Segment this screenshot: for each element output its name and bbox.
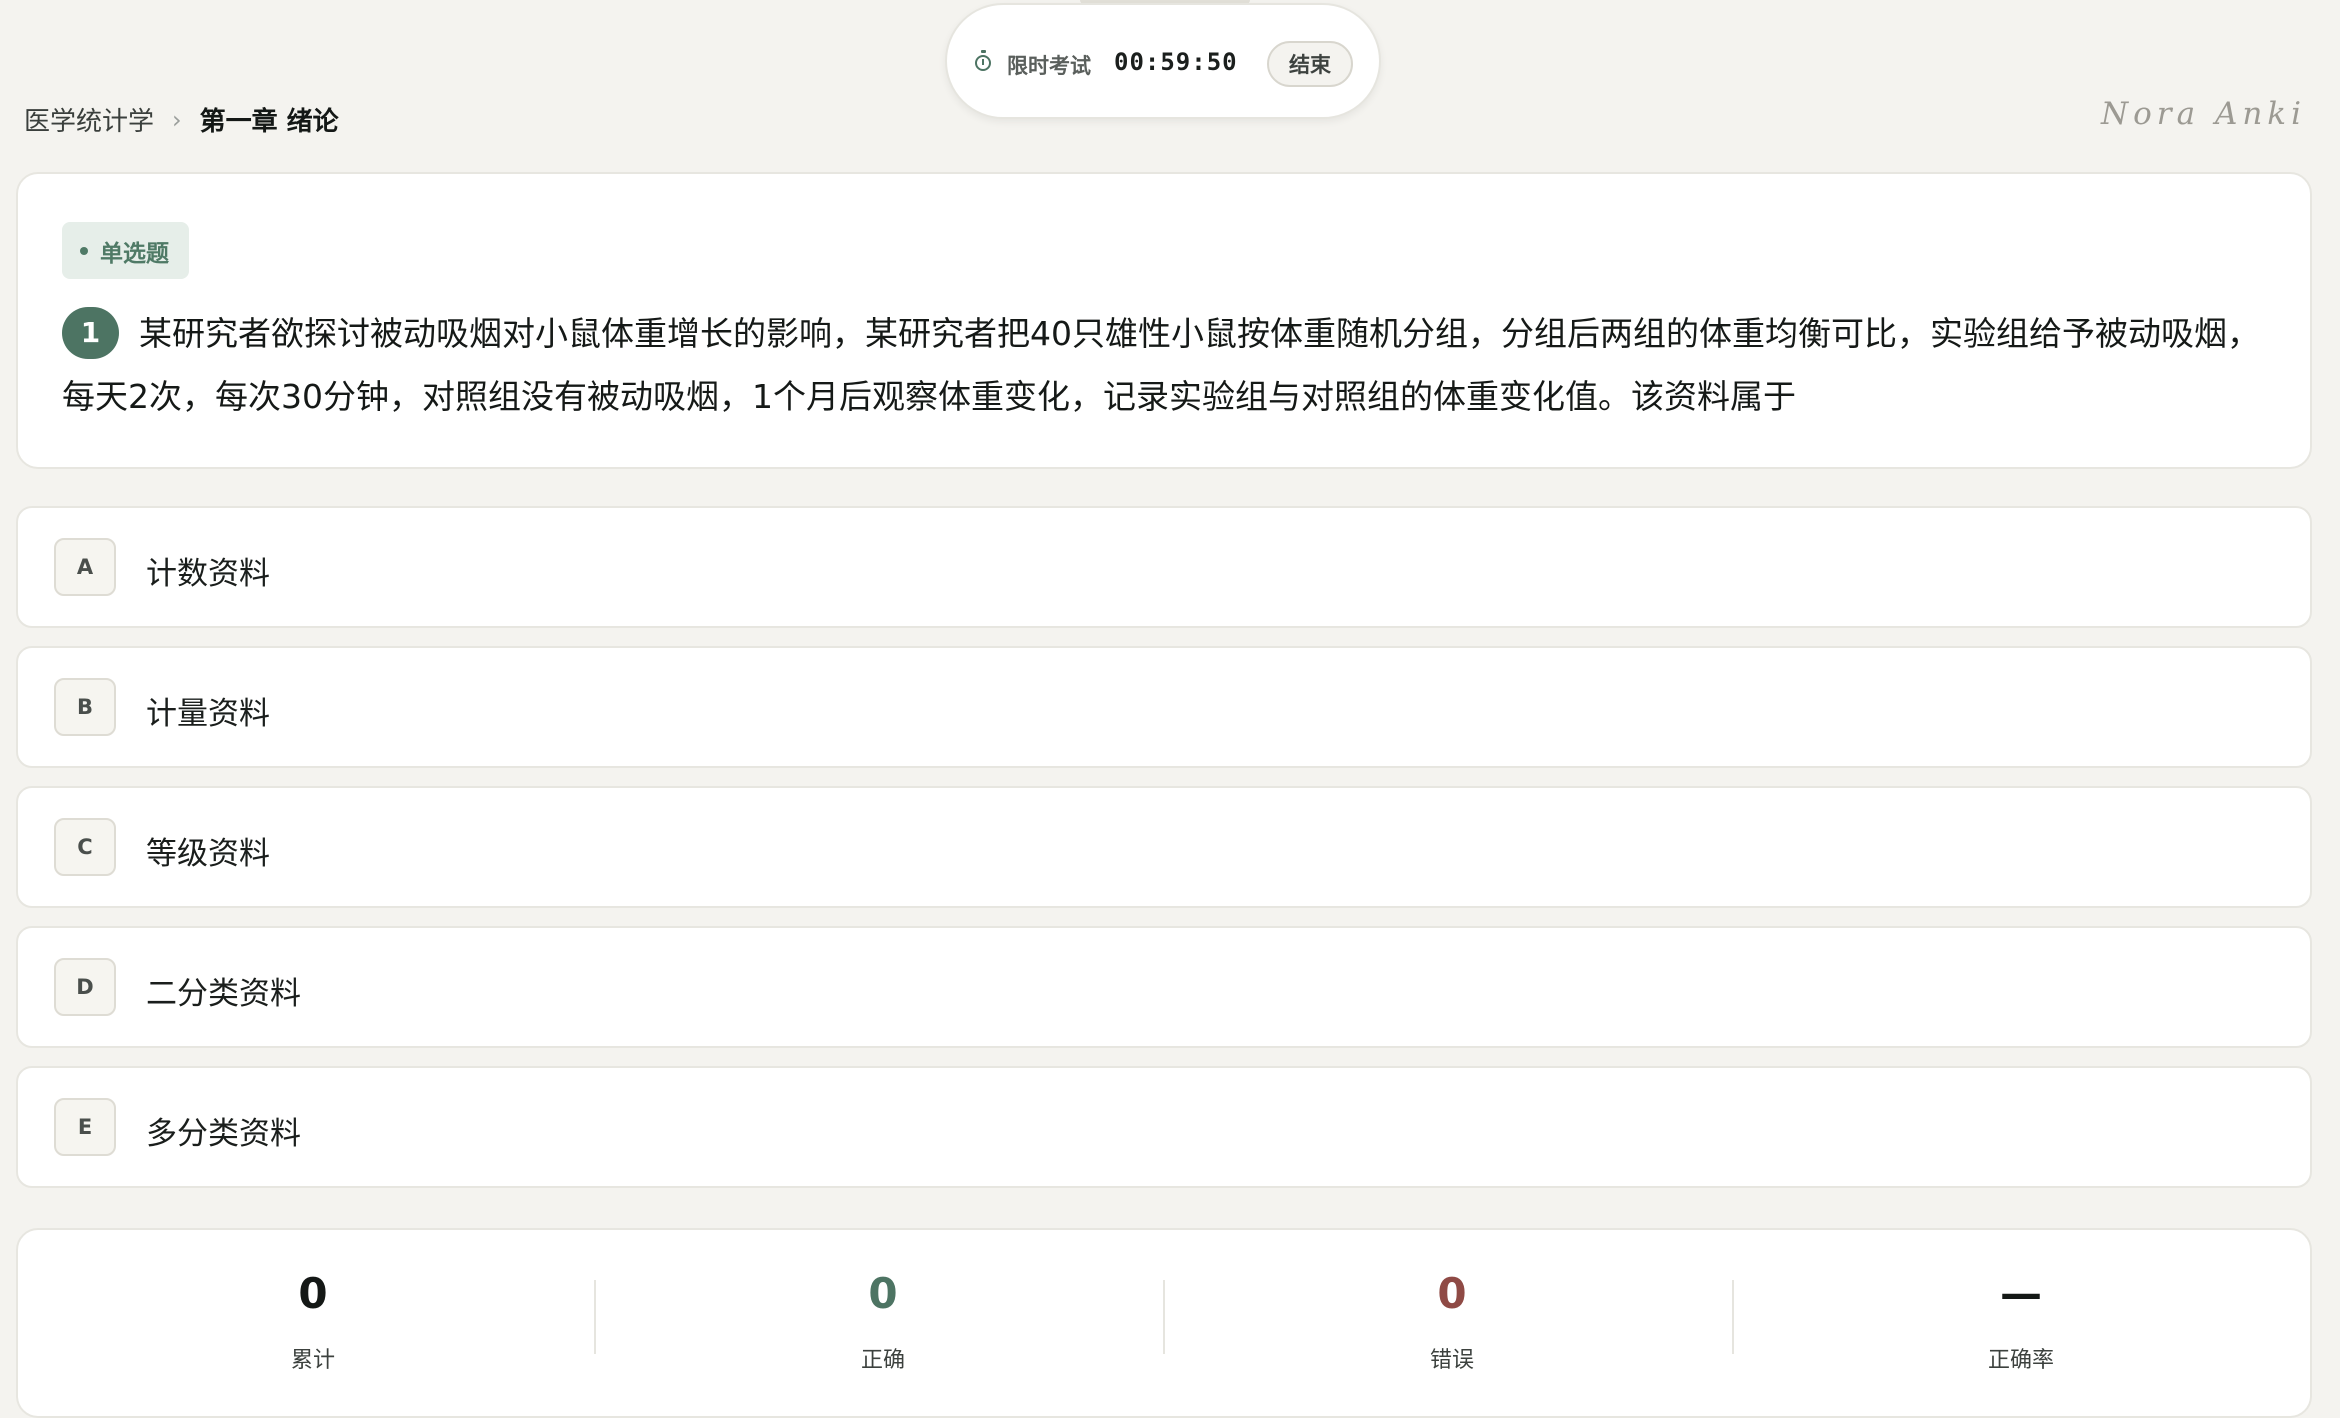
- stats-panel: 0 累计 0 正确 0 错误 — 正确率: [16, 1228, 2312, 1418]
- stat-accuracy: — 正确率: [1736, 1266, 2306, 1374]
- option-letter: A: [54, 538, 116, 596]
- option-letter: E: [54, 1098, 116, 1156]
- option-letter: B: [54, 678, 116, 736]
- brand-logo: Nora Anki: [2101, 96, 2306, 132]
- breadcrumb: 医学统计学 › 第一章 绪论: [24, 101, 339, 138]
- option-d[interactable]: D 二分类资料: [16, 926, 2312, 1048]
- option-text: 计数资料: [146, 556, 270, 592]
- question-type-label: 单选题: [100, 240, 169, 267]
- question-number: 1: [62, 306, 119, 359]
- option-letter: D: [54, 958, 116, 1016]
- option-text: 计量资料: [146, 696, 270, 732]
- option-letter: C: [54, 818, 116, 876]
- breadcrumb-subject[interactable]: 医学统计学: [24, 101, 154, 138]
- stat-divider: [1163, 1280, 1165, 1354]
- end-exam-button[interactable]: 结束: [1267, 41, 1353, 87]
- stat-correct: 0 正确: [598, 1266, 1168, 1374]
- stat-wrong: 0 错误: [1167, 1266, 1737, 1374]
- exam-timer: 限时考试 00:59:50 结束: [945, 3, 1381, 119]
- option-text: 多分类资料: [146, 1116, 301, 1152]
- stat-total-label: 累计: [290, 1348, 335, 1373]
- option-b[interactable]: B 计量资料: [16, 646, 2312, 768]
- option-text: 等级资料: [146, 836, 270, 872]
- question-stem: 1 某研究者欲探讨被动吸烟对小鼠体重增长的影响，某研究者把40只雄性小鼠按体重随机…: [62, 302, 2272, 428]
- stat-total: 0 累计: [28, 1266, 598, 1374]
- question-card: 单选题 1 某研究者欲探讨被动吸烟对小鼠体重增长的影响，某研究者把40只雄性小鼠按…: [16, 172, 2312, 469]
- stat-accuracy-label: 正确率: [1987, 1348, 2054, 1373]
- stat-accuracy-value: —: [2000, 1269, 2042, 1318]
- option-a[interactable]: A 计数资料: [16, 506, 2312, 628]
- option-text: 二分类资料: [146, 976, 301, 1012]
- timer-countdown: 00:59:50: [1114, 48, 1238, 76]
- stat-wrong-label: 错误: [1429, 1348, 1474, 1373]
- timer-label: 限时考试: [1007, 54, 1091, 78]
- chevron-right-icon: ›: [172, 105, 182, 134]
- badge-dot-icon: [80, 246, 88, 255]
- stat-wrong-value: 0: [1437, 1269, 1467, 1318]
- stopwatch-icon: [975, 50, 991, 71]
- option-e[interactable]: E 多分类资料: [16, 1066, 2312, 1188]
- stat-correct-value: 0: [868, 1269, 898, 1318]
- stat-divider: [1732, 1280, 1734, 1354]
- question-type-badge: 单选题: [62, 222, 189, 279]
- stat-correct-label: 正确: [860, 1348, 905, 1373]
- question-text: 某研究者欲探讨被动吸烟对小鼠体重增长的影响，某研究者把40只雄性小鼠按体重随机分…: [62, 314, 2260, 416]
- stat-total-value: 0: [298, 1269, 328, 1318]
- breadcrumb-chapter: 第一章 绪论: [199, 107, 339, 137]
- option-c[interactable]: C 等级资料: [16, 786, 2312, 908]
- stat-divider: [594, 1280, 596, 1354]
